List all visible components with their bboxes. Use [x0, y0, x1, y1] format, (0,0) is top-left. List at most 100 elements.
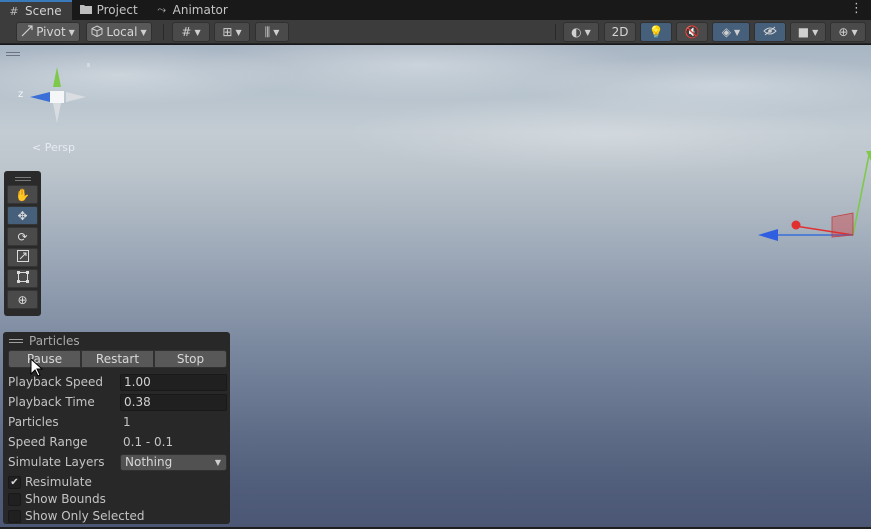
chevron-down-icon: ▼ [68, 27, 75, 37]
chevron-down-icon: ▼ [140, 27, 147, 37]
scene-visibility-toggle[interactable] [754, 22, 786, 42]
gizmo-z-label: z [18, 89, 24, 100]
effects-dropdown[interactable]: ◈ ▼ [712, 22, 750, 42]
rotate-tool-button[interactable]: ⟳ [7, 227, 38, 246]
chevron-down-icon: ▼ [235, 27, 242, 37]
playback-time-row: Playback Time 0.38 [8, 393, 227, 411]
folder-icon [79, 4, 92, 17]
projection-label-text: Persp [44, 141, 75, 154]
pivot-dropdown[interactable]: Pivot ▼ [16, 22, 80, 42]
gizmos-dropdown[interactable]: ⊕ ▼ [830, 22, 866, 42]
camera-icon: ■ [797, 25, 810, 39]
chevron-down-icon: ▼ [851, 27, 858, 37]
grid-visibility-dropdown[interactable]: ⊞ ▼ [214, 22, 250, 42]
particles-header[interactable]: Particles [9, 334, 80, 348]
chevron-down-icon: ▼ [194, 27, 201, 37]
toolbar-divider [555, 24, 556, 40]
local-cube-icon [91, 24, 103, 40]
hand-icon: ✋ [15, 187, 30, 202]
pivot-label: Pivot [36, 25, 66, 39]
tab-scene[interactable]: # Scene [0, 0, 72, 20]
toggle-2d-button[interactable]: 2D [604, 22, 636, 42]
local-label: Local [106, 25, 138, 39]
grid-icon: ⊞ [222, 25, 233, 39]
increment-snap-dropdown[interactable]: ⫼ ▼ [255, 22, 289, 42]
particles-drag-handle[interactable] [9, 339, 23, 343]
scene-grid-icon: # [9, 4, 19, 18]
show-only-selected-label: Show Only Selected [25, 509, 145, 523]
tools-drag-handle[interactable] [14, 177, 31, 181]
playback-speed-field[interactable]: 1.00 [120, 373, 227, 391]
rotate-icon: ⟳ [17, 229, 28, 244]
tab-project-label: Project [96, 3, 138, 17]
speed-range-row: Speed Range 0.1 - 0.1 [8, 433, 227, 451]
layers-icon: ◈ [721, 25, 732, 39]
scene-toolbar: Pivot ▼ Local ▼ # ▼ ⊞ ▼ ⫼ ▼ ◐ ▼ 2D 💡 🔇 ◈… [0, 20, 871, 44]
resimulate-row: ✔ Resimulate [8, 474, 92, 490]
orientation-gizmo[interactable] [14, 59, 90, 139]
sky-clouds [0, 45, 871, 185]
animator-icon: ⤳ [157, 3, 167, 16]
speed-range-label: Speed Range [8, 435, 88, 449]
tab-scene-label: Scene [25, 4, 62, 18]
playback-speed-label: Playback Speed [8, 375, 103, 389]
simulate-layers-value: Nothing [125, 455, 173, 469]
chevron-down-icon: ▼ [214, 457, 221, 467]
particles-count-value: 1 [123, 415, 131, 429]
overlay-drag-handle[interactable] [6, 52, 20, 56]
hand-tool-button[interactable]: ✋ [7, 185, 38, 204]
local-dropdown[interactable]: Local ▼ [86, 22, 152, 42]
show-only-selected-checkbox[interactable] [8, 509, 21, 523]
resimulate-checkbox[interactable]: ✔ [8, 475, 21, 489]
mouse-cursor-icon [30, 358, 44, 377]
tab-animator-label: Animator [172, 3, 228, 17]
kebab-menu-icon[interactable]: ⋮ [850, 2, 863, 16]
draw-mode-dropdown[interactable]: ◐ ▼ [563, 22, 599, 42]
tools-overlay: ✋ ✥ ⟳ ⊕ [4, 171, 41, 316]
tab-animator[interactable]: ⤳ Animator [148, 0, 238, 20]
chevron-down-icon: ▼ [734, 27, 741, 37]
camera-dropdown[interactable]: ■ ▼ [790, 22, 826, 42]
particles-title: Particles [29, 334, 80, 348]
move-handle-gizmo[interactable] [750, 145, 871, 255]
chevron-down-icon: ▼ [812, 27, 819, 37]
scale-tool-button[interactable] [7, 248, 38, 267]
shading-sphere-icon: ◐ [571, 25, 582, 39]
stop-button[interactable]: Stop [154, 350, 227, 368]
simulate-layers-row: Simulate Layers Nothing ▼ [8, 453, 227, 471]
pivot-icon [21, 24, 33, 40]
particles-count-label: Particles [8, 415, 59, 429]
toggle-2d-label: 2D [611, 25, 629, 39]
simulate-layers-dropdown[interactable]: Nothing ▼ [120, 453, 227, 471]
audio-toggle[interactable]: 🔇 [676, 22, 708, 42]
playback-time-field[interactable]: 0.38 [120, 393, 227, 411]
move-tool-button[interactable]: ✥ [7, 206, 38, 225]
grid-snapping-dropdown[interactable]: # ▼ [172, 22, 210, 42]
snap-increment-icon: ⫼ [264, 24, 271, 39]
projection-label[interactable]: < Persp [32, 141, 75, 154]
transform-globe-icon: ⊕ [17, 292, 28, 307]
show-bounds-row: Show Bounds [8, 491, 106, 507]
particles-count-row: Particles 1 [8, 413, 227, 431]
move-arrows-icon: ✥ [17, 208, 28, 223]
eye-hidden-icon [763, 25, 777, 39]
lighting-toggle[interactable]: 💡 [640, 22, 672, 42]
show-bounds-checkbox[interactable] [8, 492, 21, 506]
rect-tool-button[interactable] [7, 269, 38, 288]
transform-tool-button[interactable]: ⊕ [7, 290, 38, 309]
rect-transform-icon [16, 271, 29, 286]
chevron-down-icon: ▼ [584, 27, 591, 37]
tab-project[interactable]: Project [72, 0, 148, 20]
gizmo-globe-icon: ⊕ [838, 25, 849, 39]
speed-range-value: 0.1 - 0.1 [123, 435, 174, 449]
scale-icon [16, 250, 29, 265]
grid-snap-icon: # [181, 25, 192, 39]
restart-button[interactable]: Restart [81, 350, 154, 368]
pause-button[interactable]: Pause [8, 350, 81, 368]
resimulate-label: Resimulate [25, 475, 92, 489]
toolbar-divider [163, 24, 164, 40]
playback-time-label: Playback Time [8, 395, 95, 409]
speaker-muted-icon: 🔇 [684, 25, 700, 39]
lightbulb-icon: 💡 [648, 25, 664, 39]
simulate-layers-label: Simulate Layers [8, 455, 105, 469]
